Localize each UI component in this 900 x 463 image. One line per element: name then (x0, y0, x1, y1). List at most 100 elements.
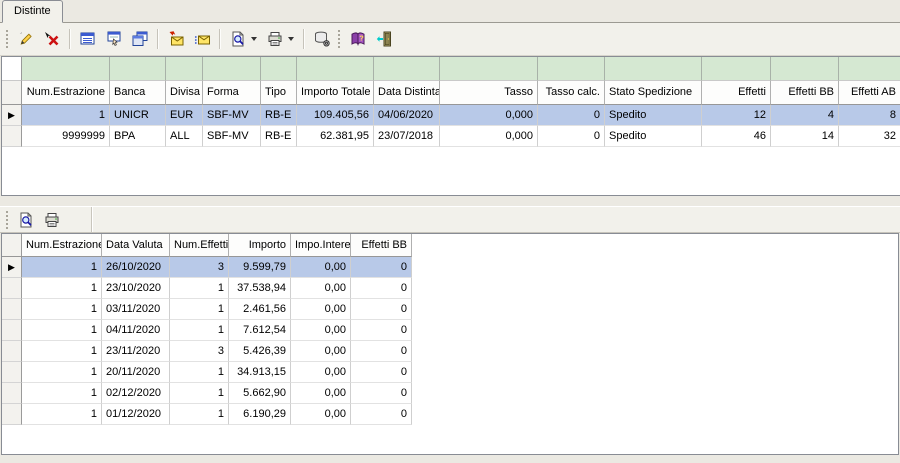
table-cell[interactable]: 23/11/2020 (102, 341, 170, 362)
table-row[interactable]: 103/11/202012.461,560,000 (2, 299, 898, 320)
table-cell[interactable]: 3 (170, 257, 229, 278)
database-settings-button[interactable] (310, 28, 334, 50)
toolbar-grip[interactable] (6, 30, 8, 48)
table-cell[interactable]: 1 (22, 341, 102, 362)
table-cell[interactable]: 0,00 (291, 278, 351, 299)
detail-print-button[interactable] (40, 209, 64, 231)
table-cell[interactable]: 7.612,54 (229, 320, 291, 341)
print-preview-dropdown[interactable] (251, 37, 257, 41)
table-cell[interactable]: 109.405,56 (297, 105, 374, 126)
properties-button[interactable] (102, 28, 126, 50)
row-selector[interactable] (2, 341, 22, 362)
column-header[interactable]: Importo Totale (297, 81, 374, 105)
column-header[interactable]: Num.Effetti (170, 234, 229, 257)
table-cell[interactable]: 4 (771, 105, 839, 126)
table-cell[interactable]: 0 (538, 126, 605, 147)
row-selector[interactable] (2, 404, 22, 425)
table-cell[interactable]: 0 (351, 299, 412, 320)
table-cell[interactable]: 5.662,90 (229, 383, 291, 404)
delete-button[interactable] (40, 28, 64, 50)
table-row[interactable]: 101/12/202016.190,290,000 (2, 404, 898, 425)
table-cell[interactable]: 1 (22, 278, 102, 299)
row-selector[interactable] (2, 383, 22, 404)
column-header[interactable]: Data Distinta (374, 81, 440, 105)
table-cell[interactable]: 0 (351, 278, 412, 299)
column-header[interactable]: Data Valuta (102, 234, 170, 257)
table-cell[interactable]: 03/11/2020 (102, 299, 170, 320)
print-dropdown[interactable] (288, 37, 294, 41)
table-cell[interactable]: 3 (170, 341, 229, 362)
table-cell[interactable]: 0,00 (291, 341, 351, 362)
table-cell[interactable]: 62.381,95 (297, 126, 374, 147)
table-cell[interactable]: 0,000 (440, 126, 538, 147)
table-cell[interactable]: 04/06/2020 (374, 105, 440, 126)
table-cell[interactable]: 23/10/2020 (102, 278, 170, 299)
table-row[interactable]: 123/10/2020137.538,940,000 (2, 278, 898, 299)
table-cell[interactable]: 37.538,94 (229, 278, 291, 299)
table-cell[interactable]: 8 (839, 105, 900, 126)
table-cell[interactable]: 1 (170, 362, 229, 383)
column-header[interactable]: Banca (110, 81, 166, 105)
table-cell[interactable]: 9999999 (22, 126, 110, 147)
column-header[interactable]: Importo (229, 234, 291, 257)
table-cell[interactable]: 12 (702, 105, 771, 126)
table-cell[interactable]: 32 (839, 126, 900, 147)
table-row[interactable]: ▶126/10/202039.599,790,000 (2, 257, 898, 278)
table-cell[interactable]: 0,00 (291, 362, 351, 383)
column-header[interactable]: Forma (203, 81, 261, 105)
row-selector[interactable] (2, 126, 22, 147)
column-header[interactable]: Effetti AB (839, 81, 900, 105)
table-cell[interactable]: 04/11/2020 (102, 320, 170, 341)
table-cell[interactable]: 23/07/2018 (374, 126, 440, 147)
send-mail-button[interactable] (164, 28, 188, 50)
table-cell[interactable]: SBF-MV (203, 126, 261, 147)
table-cell[interactable]: 1 (22, 404, 102, 425)
column-header[interactable]: Tipo (261, 81, 297, 105)
table-row[interactable]: 104/11/202017.612,540,000 (2, 320, 898, 341)
table-cell[interactable]: 1 (22, 362, 102, 383)
table-cell[interactable]: 01/12/2020 (102, 404, 170, 425)
table-cell[interactable]: 02/12/2020 (102, 383, 170, 404)
row-selector[interactable] (2, 362, 22, 383)
table-cell[interactable]: BPA (110, 126, 166, 147)
table-cell[interactable]: UNICR (110, 105, 166, 126)
table-row[interactable]: ▶1UNICREURSBF-MVRB-E109.405,5604/06/2020… (2, 105, 900, 126)
column-header[interactable]: Tasso calc. (538, 81, 605, 105)
print-button[interactable] (263, 28, 287, 50)
table-cell[interactable]: 14 (771, 126, 839, 147)
table-cell[interactable]: 0 (351, 362, 412, 383)
table-cell[interactable]: 0 (351, 341, 412, 362)
column-header[interactable]: Tasso (440, 81, 538, 105)
row-selector[interactable] (2, 320, 22, 341)
row-selector[interactable]: ▶ (2, 105, 22, 126)
table-cell[interactable]: 1 (170, 383, 229, 404)
table-cell[interactable]: 34.913,15 (229, 362, 291, 383)
table-cell[interactable]: 26/10/2020 (102, 257, 170, 278)
table-cell[interactable]: 0,00 (291, 299, 351, 320)
table-cell[interactable]: 5.426,39 (229, 341, 291, 362)
table-cell[interactable]: 1 (22, 105, 110, 126)
column-header[interactable]: Effetti BB (771, 81, 839, 105)
table-cell[interactable]: 2.461,56 (229, 299, 291, 320)
table-cell[interactable]: 1 (22, 299, 102, 320)
column-header[interactable]: Num.Estrazione (22, 234, 102, 257)
toolbar-grip[interactable] (338, 30, 340, 48)
detail-print-preview-button[interactable] (14, 209, 38, 231)
table-cell[interactable]: 6.190,29 (229, 404, 291, 425)
table-cell[interactable]: 1 (22, 383, 102, 404)
table-row[interactable]: 120/11/2020134.913,150,000 (2, 362, 898, 383)
table-cell[interactable]: RB-E (261, 105, 297, 126)
column-header[interactable]: Impo.Interes (291, 234, 351, 257)
column-header[interactable]: Effetti (702, 81, 771, 105)
help-button[interactable]: ? (346, 28, 370, 50)
table-cell[interactable]: 0 (351, 320, 412, 341)
table-cell[interactable]: 9.599,79 (229, 257, 291, 278)
row-selector[interactable] (2, 278, 22, 299)
column-header[interactable]: Stato Spedizione (605, 81, 702, 105)
table-row[interactable]: 102/12/202015.662,900,000 (2, 383, 898, 404)
cascade-windows-button[interactable] (128, 28, 152, 50)
toolbar-grip[interactable] (6, 211, 8, 229)
table-cell[interactable]: 0 (351, 383, 412, 404)
records-window-button[interactable] (76, 28, 100, 50)
table-cell[interactable]: 1 (170, 299, 229, 320)
